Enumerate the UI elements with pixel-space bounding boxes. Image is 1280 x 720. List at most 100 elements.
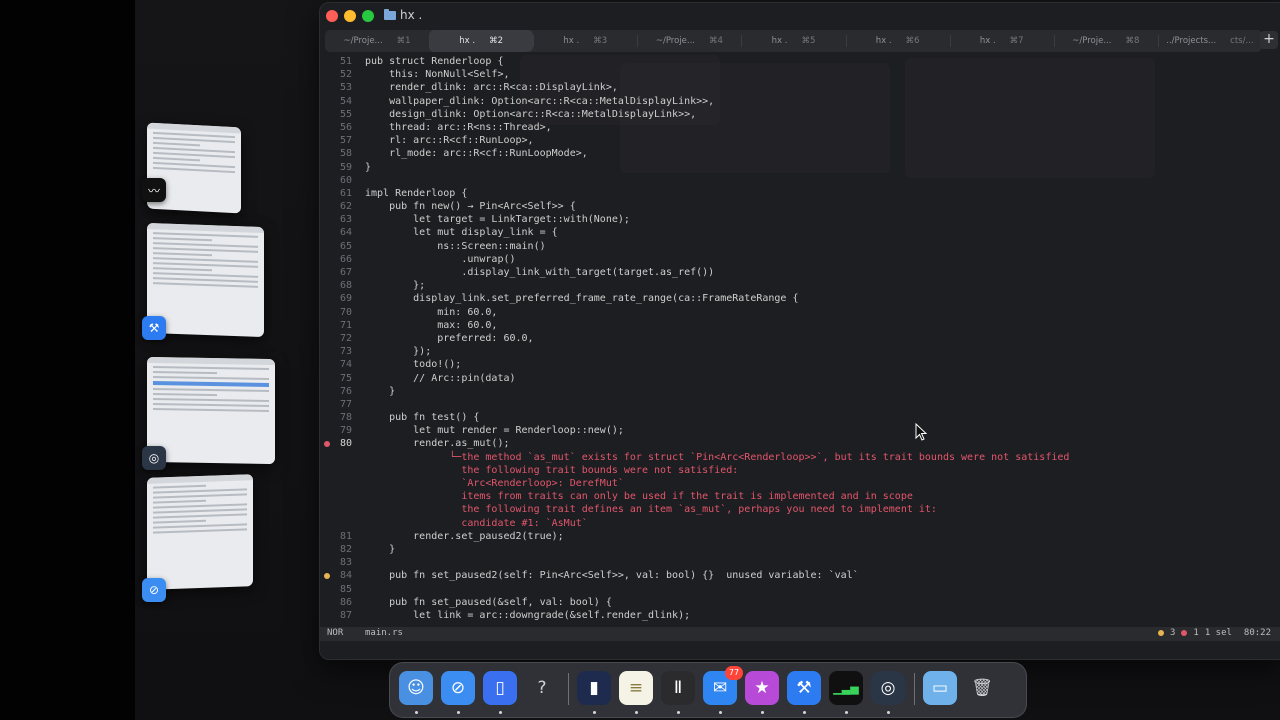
tab-label: hx . [459, 36, 476, 46]
tab-8[interactable]: ~/Proje... ⌘8 [1053, 30, 1158, 52]
tab-1[interactable]: ~/Proje... ⌘1 [325, 30, 429, 52]
simulator-icon[interactable]: ▮ [577, 671, 611, 705]
code-line[interactable]: 61 impl Renderloop { [320, 187, 1280, 200]
code-line[interactable]: 82 } [320, 543, 1280, 556]
code-line[interactable]: 64 let mut display_link = { [320, 226, 1280, 239]
tab-4[interactable]: ~/Proje... ⌘4 [637, 30, 741, 52]
line-number: 76 [339, 385, 352, 397]
code-line[interactable]: 71 max: 60.0, [320, 319, 1280, 332]
tab-5[interactable]: hx . ⌘5 [741, 30, 845, 52]
code-line[interactable]: 68 }; [320, 279, 1280, 292]
minimize-button[interactable] [344, 10, 356, 22]
code-line[interactable]: 81 render.set_paused2(true); [320, 530, 1280, 543]
instruments-icon[interactable]: ◎ [871, 671, 905, 705]
tab-3[interactable]: hx . ⌘3 [533, 30, 637, 52]
code-line[interactable]: 77 [320, 398, 1280, 411]
running-indicator [845, 711, 848, 714]
xcode-icon[interactable]: ⚒ [787, 671, 821, 705]
tab-shortcut: cts/... [1230, 36, 1254, 46]
code-line[interactable]: 80 render.as_mut(); [320, 437, 1280, 450]
tab-7[interactable]: hx . ⌘7 [949, 30, 1054, 52]
code-line[interactable]: 63 let target = LinkTarget::with(None); [320, 213, 1280, 226]
code-line[interactable]: 86 pub fn set_paused(&self, val: bool) { [320, 596, 1280, 609]
code-line[interactable]: 52 this: NonNull<Self>, [320, 68, 1280, 81]
code-line[interactable]: 70 min: 60.0, [320, 306, 1280, 319]
line-text: max: 60.0, [365, 319, 498, 331]
stage-thumbnail-safari[interactable] [147, 474, 253, 590]
code-line[interactable]: 55 design_dlink: Option<arc::R<ca::Metal… [320, 108, 1280, 121]
warning-dot-icon [1157, 630, 1164, 636]
diagnostic-line[interactable]: the following trait defines an item `as_… [320, 503, 1280, 516]
line-text: ns::Screen::main() [365, 240, 546, 252]
tab-2[interactable]: hx . ⌘2 [429, 30, 534, 52]
feedback-icon[interactable]: ★ [745, 671, 779, 705]
code-line[interactable]: 74 todo!(); [320, 358, 1280, 371]
code-line[interactable]: 83 [320, 556, 1280, 569]
status-right: 3 1 1 sel 80:22 [1157, 628, 1271, 638]
line-text: .unwrap() [365, 253, 516, 265]
zoom-button[interactable] [362, 10, 374, 22]
mouse-pointer-icon [915, 423, 927, 441]
line-number: 61 [339, 187, 352, 199]
activity-monitor-icon[interactable]: ▁▃▅ [829, 671, 863, 705]
warning-gutter-icon [324, 573, 330, 580]
code-line[interactable]: 60 [320, 174, 1280, 187]
code-line[interactable]: 85 [320, 583, 1280, 596]
line-text: } [365, 543, 396, 555]
app-icon[interactable]: ▯ [483, 671, 517, 705]
code-editor[interactable]: 51 pub struct Renderloop {52 this: NonNul… [320, 55, 1280, 627]
diagnostic-line[interactable]: the following trait bounds were not sati… [320, 464, 1280, 477]
code-line[interactable]: 87 let link = arc::downgrade(&self.rende… [320, 609, 1280, 622]
tab-6[interactable]: hx . ⌘6 [845, 30, 950, 52]
line-text: render.set_paused2(true); [365, 530, 564, 542]
tab-shortcut: ⌘5 [801, 36, 816, 46]
line-number: 87 [339, 609, 352, 621]
helix-icon[interactable]: Ⅱ [661, 671, 695, 705]
line-number: 75 [339, 372, 352, 384]
stage-thumbnail-instruments[interactable] [147, 356, 275, 465]
line-number: 58 [339, 148, 352, 160]
finder-icon[interactable]: ☺ [399, 671, 433, 705]
help-icon[interactable]: ? [525, 671, 559, 705]
code-line[interactable]: 57 rl: arc::R<cf::RunLoop>, [320, 134, 1280, 147]
window-title: hx . [384, 8, 422, 22]
line-number: 77 [339, 398, 352, 410]
code-line[interactable]: 67 .display_link_with_target(target.as_r… [320, 266, 1280, 279]
trash-icon[interactable]: 🗑 [965, 671, 999, 705]
code-line[interactable]: 54 wallpaper_dlink: Option<arc::R<ca::Me… [320, 95, 1280, 108]
line-number: 68 [339, 280, 352, 292]
code-line[interactable]: 66 .unwrap() [320, 253, 1280, 266]
tab-9[interactable]: ../Projects... cts/... [1157, 30, 1262, 52]
code-line[interactable]: 59} [320, 161, 1280, 174]
diagnostic-line[interactable]: `Arc<Renderloop>: DerefMut` [320, 477, 1280, 490]
code-line[interactable]: 76 } [320, 385, 1280, 398]
diagnostic-line[interactable]: candidate #1: `AsMut` [320, 517, 1280, 530]
code-line[interactable]: 62 pub fn new() → Pin<Arc<Self>> { [320, 200, 1280, 213]
code-line[interactable]: 78 pub fn test() { [320, 411, 1280, 424]
diagnostic-line[interactable]: └─the method `as_mut` exists for struct … [320, 451, 1280, 464]
downloads-folder-icon[interactable]: ▭ [923, 671, 957, 705]
line-text: thread: arc::R<ns::Thread>, [365, 121, 552, 133]
code-line[interactable]: 75 // Arc::pin(data) [320, 372, 1280, 385]
code-line[interactable]: 56 thread: arc::R<ns::Thread>, [320, 121, 1280, 134]
line-number: 84 [339, 570, 352, 582]
code-line[interactable]: 84 pub fn set_paused2(self: Pin<Arc<Self… [320, 569, 1280, 582]
diagnostic-line[interactable]: items from traits can only be used if th… [320, 490, 1280, 503]
tab-label: hx . [979, 36, 996, 46]
helix-editor-window: hx . ~/Proje... ⌘1 hx . ⌘2 hx . ⌘3 ~/Proje.… [319, 2, 1280, 660]
code-line[interactable]: 65 ns::Screen::main() [320, 240, 1280, 253]
code-line[interactable]: 69 display_link.set_preferred_frame_rate… [320, 292, 1280, 305]
close-button[interactable] [326, 10, 338, 22]
code-line[interactable]: 51 pub struct Renderloop { [320, 55, 1280, 68]
line-number: 85 [339, 583, 352, 595]
line-number: 81 [339, 530, 352, 542]
new-tab-button[interactable]: + [1260, 31, 1278, 49]
code-line[interactable]: 53 render_dlink: arc::R<ca::DisplayLink>… [320, 81, 1280, 94]
code-line[interactable]: 73 }); [320, 345, 1280, 358]
safari-icon[interactable]: ⊘ [441, 671, 475, 705]
code-line[interactable]: 79 let mut render = Renderloop::new(); [320, 424, 1280, 437]
mail-icon[interactable]: ✉ 77 [703, 666, 743, 705]
code-line[interactable]: 72 preferred: 60.0, [320, 332, 1280, 345]
code-line[interactable]: 58 rl_mode: arc::R<cf::RunLoopMode>, [320, 147, 1280, 160]
notes-icon[interactable]: ≡ [619, 671, 653, 705]
